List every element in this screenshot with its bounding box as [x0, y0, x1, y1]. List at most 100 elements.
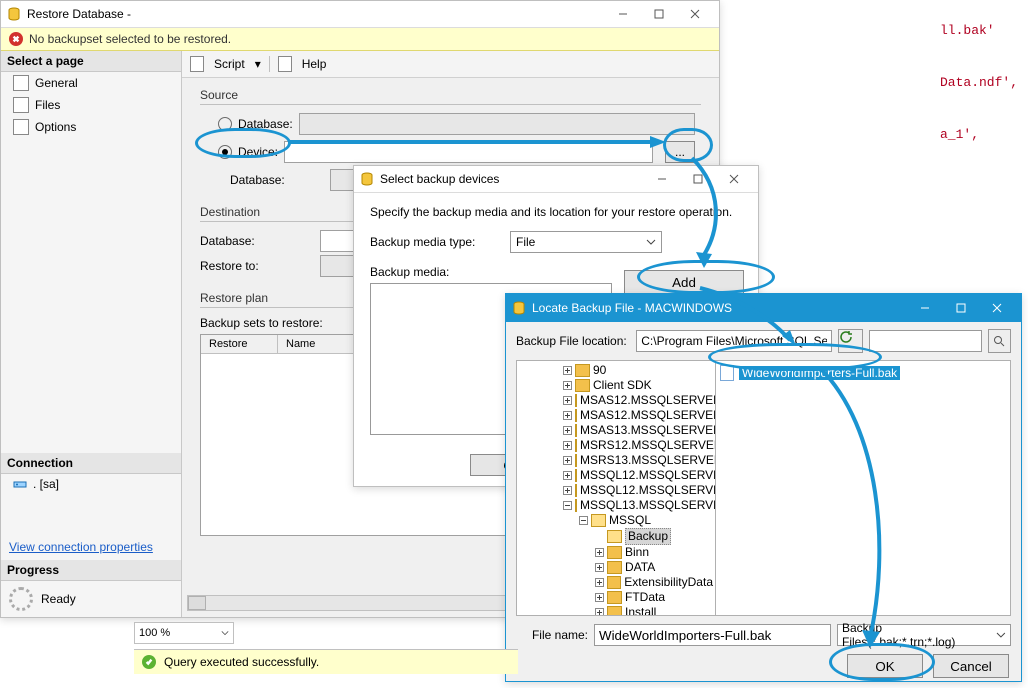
file-name-input[interactable] [594, 624, 831, 646]
progress-header: Progress [1, 560, 181, 581]
folder-icon [607, 591, 622, 604]
titlebar[interactable]: Select backup devices [354, 166, 758, 193]
collapse-icon [579, 516, 588, 525]
radio-checked-icon [218, 145, 232, 159]
folder-icon [575, 409, 577, 422]
source-group-title: Source [200, 88, 701, 102]
file-filter-combo[interactable]: Backup Files(*.bak;*.trn;*.log) [837, 624, 1011, 646]
help-button[interactable]: Help [296, 55, 333, 73]
error-icon [9, 32, 23, 46]
file-name-label: File name: [516, 628, 588, 642]
tree-node[interactable]: Backup [523, 528, 713, 545]
nav-files[interactable]: Files [1, 94, 181, 116]
cancel-button[interactable]: Cancel [933, 654, 1009, 678]
maximize-button[interactable] [641, 3, 677, 25]
media-type-label: Backup media type: [370, 235, 500, 249]
device-path-input[interactable] [284, 141, 653, 163]
file-name: WideWorldImporters-Full.bak [739, 366, 900, 380]
tree-node[interactable]: MSRS12.MSSQLSERVER [523, 438, 713, 453]
spinner-icon [9, 587, 33, 611]
minimize-button[interactable] [605, 3, 641, 25]
server-icon [13, 477, 27, 491]
location-input[interactable] [636, 330, 832, 352]
tree-node[interactable]: MSSQL12.MSSQLSERVER2 [523, 483, 713, 498]
tree-node-label: DATA [625, 560, 655, 575]
zoom-combo[interactable]: 100 % [134, 622, 234, 644]
source-database-combo[interactable] [299, 113, 695, 135]
script-icon [190, 56, 204, 72]
search-button[interactable] [988, 329, 1011, 353]
tree-node-label: MSAS12.MSSQLSERVER [580, 393, 716, 408]
tree-node[interactable]: MSSQL12.MSSQLSERVER [523, 468, 713, 483]
connection-header: Connection [1, 453, 181, 474]
close-button[interactable] [979, 297, 1015, 319]
expand-icon [563, 411, 572, 420]
tree-node[interactable]: DATA [523, 560, 713, 575]
file-item[interactable]: WideWorldImporters-Full.bak [720, 365, 1006, 381]
magnifier-icon [993, 335, 1005, 347]
folder-tree[interactable]: 90Client SDKMSAS12.MSSQLSERVERMSAS12.MSS… [517, 361, 716, 615]
close-button[interactable] [677, 3, 713, 25]
refresh-button[interactable] [838, 329, 863, 353]
tree-node[interactable]: MSAS13.MSSQLSERVER [523, 423, 713, 438]
expand-icon [595, 563, 604, 572]
notice-text: No backupset selected to be restored. [29, 32, 231, 46]
expand-icon [563, 456, 572, 465]
tree-node-label: MSRS12.MSSQLSERVER [580, 438, 716, 453]
tree-node[interactable]: MSSQL13.MSSQLSERVER [523, 498, 713, 513]
tree-node[interactable]: MSAS12.MSSQLSERVER2 [523, 408, 713, 423]
minimize-button[interactable] [907, 297, 943, 319]
titlebar[interactable]: Locate Backup File - MACWINDOWS [506, 294, 1021, 322]
tree-node[interactable]: Client SDK [523, 378, 713, 393]
expand-icon [563, 471, 572, 480]
nav-options[interactable]: Options [1, 116, 181, 138]
tree-node[interactable]: MSAS12.MSSQLSERVER [523, 393, 713, 408]
tree-node[interactable]: Install [523, 605, 713, 615]
device-browse-button[interactable]: ... [665, 141, 695, 163]
file-list[interactable]: WideWorldImporters-Full.bak [716, 361, 1010, 615]
tree-node[interactable]: MSRS13.MSSQLSERVER [523, 453, 713, 468]
minimize-button[interactable] [644, 168, 680, 190]
locate-backup-file-window: Locate Backup File - MACWINDOWS Backup F… [505, 293, 1022, 682]
chevron-down-icon [646, 237, 656, 247]
folder-icon [575, 484, 577, 497]
expand-icon [595, 548, 604, 557]
left-pane: Select a page General Files Options Conn… [1, 51, 182, 617]
source-device-radio[interactable]: Device: ... [218, 141, 695, 163]
database-icon [360, 172, 374, 186]
folder-icon [575, 364, 590, 377]
tree-node[interactable]: ExtensibilityData [523, 575, 713, 590]
window-title: Locate Backup File - MACWINDOWS [532, 301, 907, 315]
dropdown-arrow-icon[interactable]: ▾ [255, 57, 261, 71]
dest-restoreto-label: Restore to: [200, 259, 310, 273]
background-code: ll.bak' Data.ndf', a_1', [940, 20, 1018, 146]
tree-node[interactable]: 90 [523, 363, 713, 378]
exec-message: Query executed successfully. [164, 655, 319, 669]
nav-general[interactable]: General [1, 72, 181, 94]
titlebar[interactable]: Restore Database - [1, 1, 719, 28]
tree-node[interactable]: Binn [523, 545, 713, 560]
media-type-combo[interactable]: File [510, 231, 662, 253]
scroll-left-icon[interactable] [188, 596, 206, 610]
folder-icon [575, 469, 577, 482]
expand-icon [563, 396, 572, 405]
close-button[interactable] [716, 168, 752, 190]
source-database-radio[interactable]: Database: [218, 113, 695, 135]
tree-node[interactable]: FTData [523, 590, 713, 605]
tree-node-label: Backup [625, 528, 671, 545]
ok-button[interactable]: OK [847, 654, 923, 678]
view-connection-link[interactable]: View connection properties [1, 534, 181, 560]
page-icon [13, 97, 29, 113]
folder-icon [607, 530, 622, 543]
add-button[interactable]: Add [624, 270, 744, 294]
search-input[interactable] [869, 330, 981, 352]
tree-node-label: 90 [593, 363, 606, 378]
window-title: Restore Database - [27, 7, 605, 21]
tree-node-label: MSRS13.MSSQLSERVER [580, 453, 716, 468]
tree-node[interactable]: MSSQL [523, 513, 713, 528]
script-button[interactable]: Script [208, 55, 251, 73]
maximize-button[interactable] [680, 168, 716, 190]
maximize-button[interactable] [943, 297, 979, 319]
connection-server: . [sa] [1, 474, 181, 494]
expand-icon [563, 486, 572, 495]
